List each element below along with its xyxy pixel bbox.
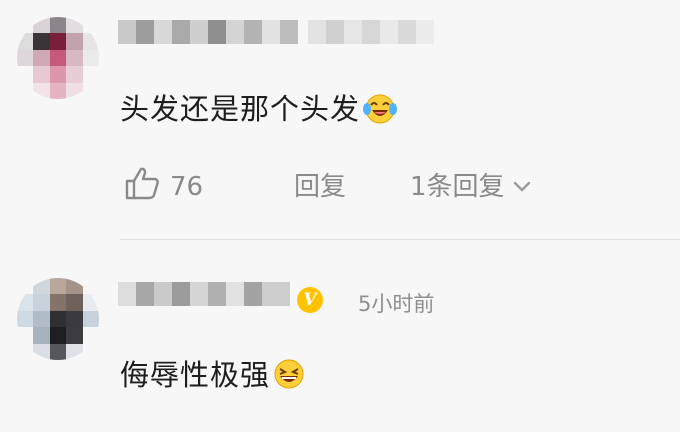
comment-text: 侮辱性极强 — [120, 352, 306, 398]
laughing-emoji-icon — [272, 357, 306, 398]
username-mosaic[interactable] — [118, 282, 290, 306]
like-count: 76 — [170, 171, 204, 202]
comment-text: 头发还是那个头发 — [120, 86, 398, 132]
view-replies-button[interactable]: 1条回复 — [410, 166, 531, 203]
comment-item: V 5小时前 侮辱性极强 — [0, 240, 680, 432]
reply-button[interactable]: 回复 — [294, 166, 346, 203]
username-mosaic[interactable] — [118, 20, 448, 44]
comment-text-content: 头发还是那个头发 — [120, 92, 361, 126]
avatar-mosaic — [17, 17, 99, 99]
comment-text-content: 侮辱性极强 — [120, 358, 271, 392]
like-button[interactable]: 76 — [124, 166, 203, 207]
comment-item: 头发还是那个头发 76 回复 1条回复 — [0, 0, 680, 240]
view-replies-label: 1条回复 — [410, 172, 505, 202]
avatar-mosaic — [17, 278, 99, 360]
avatar[interactable] — [17, 278, 99, 360]
thumbs-up-icon — [124, 166, 160, 207]
chevron-down-icon — [513, 170, 531, 200]
verified-badge-icon: V — [297, 287, 323, 313]
comment-actions: 76 回复 1条回复 — [124, 166, 664, 202]
avatar[interactable] — [17, 17, 99, 99]
laughing-crying-emoji-icon — [362, 91, 398, 132]
comment-time: 5小时前 — [358, 292, 435, 316]
